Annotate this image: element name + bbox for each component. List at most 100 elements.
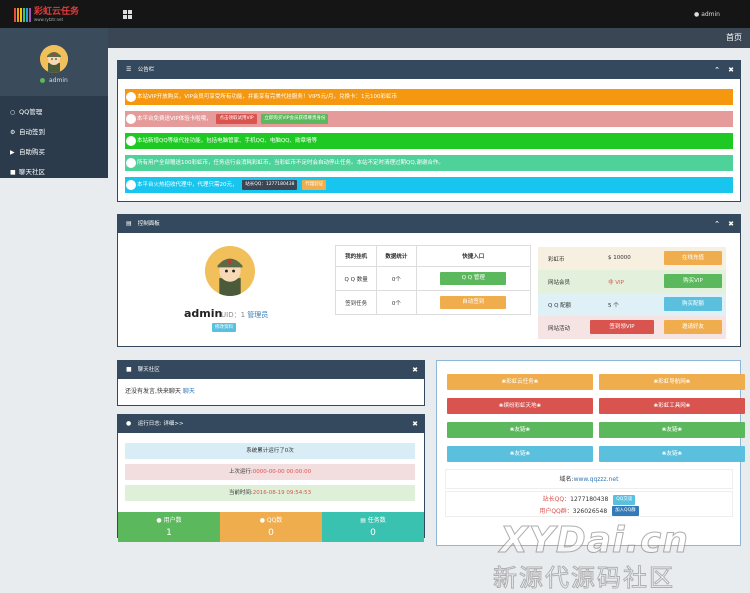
admin-qq-button[interactable]: 站长QQ：1277180438	[242, 179, 298, 190]
top-navbar: 彩虹云任务 www.rytztr.net ● admin	[0, 0, 750, 28]
panel-header: ☰ 公告栏 ⌃ ✖	[118, 61, 740, 79]
top-username: admin	[701, 11, 720, 18]
avatar[interactable]	[40, 45, 68, 73]
stat-qq: ● QQ数 0	[220, 512, 322, 542]
sidebar-item-label: QQ管理	[19, 108, 43, 116]
log-row: 上次运行:0000-00-00 00:00:00	[125, 464, 415, 480]
stat-label: QQ数	[266, 517, 283, 524]
panel-title: 控制面板	[137, 221, 160, 227]
buy-quota-button[interactable]: 购买配额	[664, 297, 722, 311]
notice-avatar-icon	[126, 180, 136, 190]
log-text: 上次运行:	[228, 469, 253, 475]
list-item: 网站会员 非 VIP 购买VIP	[538, 270, 726, 293]
sidebar: admin ○ QQ管理 ⚙ 自动签到 ▶ 自助购买 ■ 聊天社区	[0, 28, 108, 178]
notice-text: 本站新增QQ等级代挂功能，包括电脑管家、手机QQ、电脑QQ、勋章墙等	[137, 138, 317, 144]
collapse-icon[interactable]: ⌃	[714, 61, 720, 79]
row-label: 签到任务	[334, 290, 378, 315]
watermark-subtext: 新源代源码社区	[493, 564, 675, 593]
list-item: Q Q 配额 5 个 购买配额	[538, 293, 726, 316]
link-button[interactable]: ❀彩虹云任务❀	[447, 374, 593, 390]
chat-link[interactable]: 聊天	[183, 388, 195, 395]
last-run-time: 0000-00-00 00:00:00	[252, 469, 312, 475]
sidebar-item-qq-manage[interactable]: ○ QQ管理	[0, 102, 108, 122]
stat-label: 任务数	[367, 517, 386, 524]
avatar[interactable]	[205, 246, 255, 296]
qq-icon: ●	[259, 517, 267, 524]
log-text: 当前时间:	[228, 490, 253, 496]
grid-menu-icon[interactable]	[123, 10, 132, 19]
buy-vip-button[interactable]: 购买VIP	[664, 274, 722, 288]
row-value: 0个	[376, 290, 417, 315]
link-button[interactable]: ❀友链❀	[599, 422, 745, 438]
online-status-icon	[40, 78, 46, 83]
user-icon: ●	[156, 517, 164, 524]
top-user-menu[interactable]: ● admin	[694, 11, 720, 18]
profile-username: admin	[184, 307, 223, 320]
current-time: 2016-08-19 09:54:53	[252, 490, 312, 496]
sign-vip-button[interactable]: 签到领VIP	[590, 320, 654, 334]
notice-item: 本站新增QQ等级代挂功能，包括电脑管家、手机QQ、电脑QQ、勋章墙等	[125, 133, 733, 149]
table-row: Q Q 数量 0个 Q Q 管理	[334, 266, 532, 291]
join-group-button[interactable]: 加入QQ群	[612, 506, 639, 516]
notice-item: 所有用户全部赠送100彩虹币，任务运行会消耗彩虹币，当彩虹币不足时会自动停止任务…	[125, 155, 733, 171]
vip-status: 非 VIP	[608, 280, 624, 286]
sidebar-item-chat[interactable]: ■ 聊天社区	[0, 162, 108, 182]
qq-manage-button[interactable]: Q Q 管理	[440, 272, 507, 285]
sidebar-item-auto-sign[interactable]: ⚙ 自动签到	[0, 122, 108, 142]
link-button[interactable]: ❀彩虹导航网❀	[599, 374, 745, 390]
admin-qq-number: 1277180438	[570, 496, 609, 503]
close-icon[interactable]: ✖	[412, 361, 418, 379]
close-icon[interactable]: ✖	[412, 415, 418, 433]
close-icon[interactable]: ✖	[728, 215, 734, 233]
link-button[interactable]: ❀友链❀	[447, 422, 593, 438]
row-label: Q Q 数量	[334, 266, 378, 291]
collapse-icon[interactable]: ⌃	[714, 215, 720, 233]
notice-text: 本平台火热招收代理中，代理只需20元，	[137, 182, 238, 188]
table-header: 数据统计	[376, 245, 417, 267]
claim-vip-button[interactable]: 点击领取试用VIP	[216, 113, 257, 124]
notice-avatar-icon	[126, 136, 136, 146]
uid-text: UID：1	[221, 311, 246, 319]
chat-icon: ■	[10, 169, 16, 176]
recharge-button[interactable]: 在线充值	[664, 251, 722, 265]
close-icon[interactable]: ✖	[728, 61, 734, 79]
link-button[interactable]: ❀缤纷彩虹天地❀	[447, 398, 593, 414]
link-button[interactable]: ❀友链❀	[447, 446, 593, 462]
user-icon: ●	[694, 11, 700, 18]
domain-label: 域名:	[559, 476, 574, 483]
panel-title: 聊天社区	[137, 367, 160, 373]
stat-users: ● 用户数 1	[118, 512, 220, 542]
list-item: 彩虹币 $ 10000 在线充值	[538, 247, 726, 270]
auto-sign-button[interactable]: 自动签到	[440, 296, 507, 309]
domain-row: 域名:www.qqzzz.net	[445, 469, 733, 489]
control-panel: ▤ 控制面板 ⌃ ✖ admin UID：1 管理员 修改资料 我的挂机 数据统…	[117, 214, 741, 347]
qq-chat-button[interactable]: QQ交谈	[613, 494, 636, 505]
breadcrumb-home[interactable]: 首页	[726, 32, 742, 43]
stat-value: 0	[268, 528, 274, 538]
account-info-list: 彩虹币 $ 10000 在线充值 网站会员 非 VIP 购买VIP Q Q 配额…	[538, 247, 726, 339]
link-button[interactable]: ❀彩虹工具网❀	[599, 398, 745, 414]
table-row: 签到任务 0个 自动签到	[334, 290, 532, 315]
globe-icon: ○	[10, 109, 16, 116]
domain-link[interactable]: www.qqzzz.net	[574, 476, 619, 483]
agent-verify-button[interactable]: 代理验证	[302, 179, 327, 190]
sidebar-profile: admin	[0, 28, 108, 96]
sidebar-item-self-buy[interactable]: ▶ 自助购买	[0, 142, 108, 162]
gear-icon: ⚙	[10, 129, 16, 136]
buy-vip-link-button[interactable]: 立即购买VIP会员获得尊贵身份	[261, 113, 329, 124]
invite-friends-button[interactable]: 邀请好友	[664, 320, 722, 334]
stat-value: 1	[166, 528, 172, 538]
panel-title[interactable]: 运行日志: 详细>>	[138, 421, 184, 427]
notice-avatar-icon	[126, 92, 136, 102]
stats-table: 我的挂机 数据统计 快捷入口 Q Q 数量 0个 Q Q 管理 签到任务 0个 …	[334, 245, 532, 315]
sidebar-item-label: 聊天社区	[19, 168, 45, 176]
info-label: Q Q 配额	[548, 303, 572, 309]
logo-subtext: www.rytztr.net	[34, 16, 64, 22]
edit-profile-button[interactable]: 修改资料	[212, 323, 236, 332]
table-header: 快捷入口	[415, 245, 532, 267]
notice-item: 本站VIP开放购买，VIP会员可享受所有功能，并能享有完美代挂服务！VIP5元/…	[125, 89, 733, 105]
site-logo[interactable]: 彩虹云任务 www.rytztr.net	[14, 6, 79, 23]
link-button[interactable]: ❀友链❀	[599, 446, 745, 462]
role-badge: 管理员	[247, 311, 269, 319]
info-icon: ●	[126, 420, 132, 427]
